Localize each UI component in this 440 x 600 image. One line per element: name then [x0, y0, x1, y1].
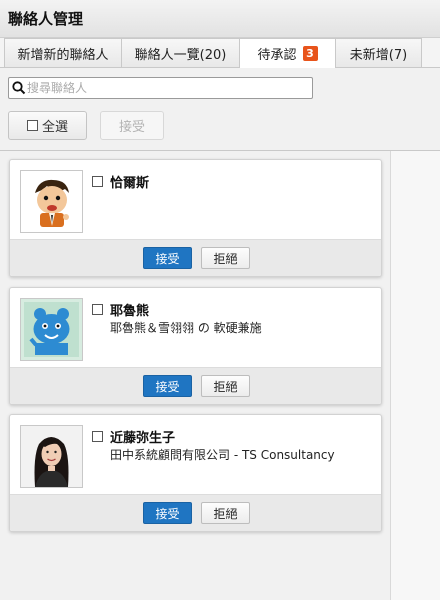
tab-label: 新增新的聯絡人 [17, 47, 109, 63]
select-all-button[interactable]: 全選 [8, 111, 87, 140]
tab-label: 未新增(7) [349, 47, 408, 63]
select-all-label: 全選 [41, 120, 68, 135]
tab-label: 待承認 [257, 48, 297, 63]
reject-button[interactable]: 拒絕 [201, 247, 250, 269]
contact-checkbox[interactable] [92, 176, 103, 187]
contact-name: 近藤弥生子 [110, 431, 176, 446]
tab-bar: 新增新的聯絡人 聯絡人一覽(20) 待承認 3 未新增(7) [0, 38, 440, 68]
search-icon [12, 81, 26, 99]
accept-button[interactable]: 接受 [143, 375, 192, 397]
page-title: 聯絡人管理 [8, 10, 84, 28]
reject-button[interactable]: 拒絕 [201, 375, 250, 397]
accept-selected-label: 接受 [118, 120, 145, 135]
contact-subtitle: 田中系統顧問有限公司 - TS Consultancy [110, 448, 335, 462]
pending-count-badge: 3 [302, 46, 318, 61]
contact-subtitle: 耶魯熊＆雪翎翎 の 軟硬兼施 [110, 321, 262, 335]
contact-checkbox[interactable] [92, 431, 103, 442]
accept-button[interactable]: 接受 [143, 502, 192, 524]
accept-selected-button[interactable]: 接受 [100, 111, 164, 140]
cartoon-boy-avatar [20, 170, 83, 233]
search-input[interactable] [27, 79, 307, 97]
accept-button[interactable]: 接受 [143, 247, 192, 269]
tab-contact-list[interactable]: 聯絡人一覽(20) [122, 38, 240, 67]
toolbar: 全選 接受 [0, 68, 440, 148]
woman-photo-avatar [20, 425, 83, 488]
select-all-checkbox[interactable] [26, 120, 38, 131]
card-actions: 接受 拒絕 [10, 367, 381, 404]
tab-label: 聯絡人一覽(20) [134, 47, 227, 63]
right-panel [390, 151, 440, 600]
tab-add-new-contact[interactable]: 新增新的聯絡人 [4, 38, 122, 67]
blue-bear-avatar [20, 298, 83, 361]
search-box [8, 77, 313, 99]
tab-pending-approval[interactable]: 待承認 3 [240, 38, 336, 68]
tab-not-added[interactable]: 未新增(7) [336, 38, 422, 67]
contact-name: 恰爾斯 [110, 176, 150, 191]
contact-name: 耶魯熊 [110, 304, 150, 319]
divider [0, 150, 440, 151]
contact-card: 近藤弥生子 田中系統顧問有限公司 - TS Consultancy 接受 拒絕 [9, 414, 382, 532]
contact-card: 恰爾斯 接受 拒絕 [9, 159, 382, 277]
contact-checkbox[interactable] [92, 304, 103, 315]
page-header: 聯絡人管理 [0, 0, 440, 38]
card-actions: 接受 拒絕 [10, 239, 381, 276]
reject-button[interactable]: 拒絕 [201, 502, 250, 524]
contact-card: 耶魯熊 耶魯熊＆雪翎翎 の 軟硬兼施 接受 拒絕 [9, 287, 382, 405]
card-actions: 接受 拒絕 [10, 494, 381, 531]
